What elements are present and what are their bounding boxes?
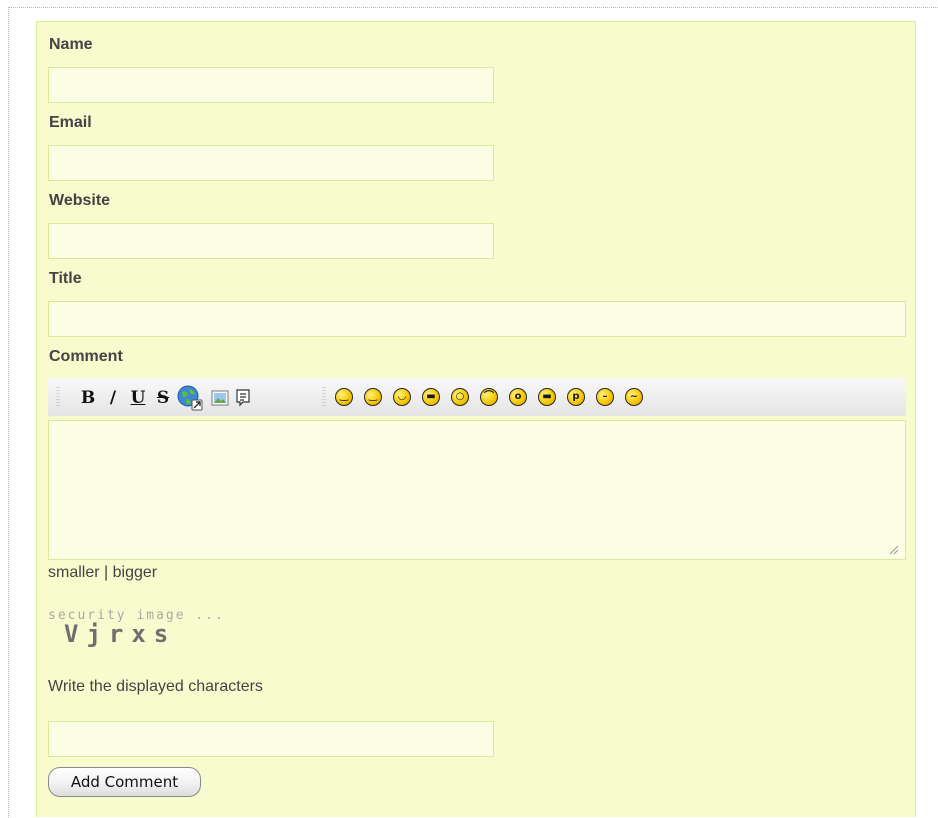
size-separator: | [99, 564, 113, 581]
captcha-input[interactable] [48, 721, 494, 757]
name-label: Name [49, 36, 93, 53]
title-label: Title [49, 270, 82, 287]
comment-textarea[interactable] [48, 420, 906, 560]
smaller-link[interactable]: smaller [48, 564, 100, 581]
italic-icon[interactable]: / [102, 387, 124, 409]
page-left-border [8, 7, 9, 818]
bold-button-label: B [80, 388, 96, 408]
toolbar-grip-icon [322, 386, 326, 408]
image-icon[interactable] [209, 387, 231, 409]
text-size-controls: smaller | bigger [48, 564, 157, 582]
confused-icon[interactable]: ~ [625, 388, 643, 406]
resize-handle-icon[interactable] [887, 542, 899, 555]
captcha-characters: Vjrxs [64, 620, 177, 648]
angry-icon[interactable]: ○ [451, 388, 469, 406]
link-globe-icon[interactable] [176, 384, 204, 412]
toolbar-grip-icon [56, 386, 60, 408]
happy-icon[interactable]: ◡ [393, 388, 411, 406]
surprised-icon[interactable]: o [509, 388, 527, 406]
grin-icon[interactable]: ▬ [422, 388, 440, 406]
comment-label: Comment [49, 348, 123, 365]
cool-icon[interactable]: ▬ [538, 388, 556, 406]
neutral-icon[interactable]: – [596, 388, 614, 406]
page-top-border [8, 7, 938, 8]
comment-toolbar: B / U S ‿ ‿ ◡ ▬ ○ ⌒ o ▬ p – ~ [48, 378, 906, 416]
strikethrough-button-label: S [156, 388, 170, 408]
website-input[interactable] [48, 223, 494, 259]
email-input[interactable] [48, 145, 494, 181]
italic-button-label: / [109, 388, 117, 408]
tongue-icon[interactable]: p [567, 388, 585, 406]
add-comment-button[interactable]: Add Comment [48, 767, 201, 797]
underline-icon[interactable]: U [127, 387, 149, 409]
bold-icon[interactable]: B [77, 387, 99, 409]
title-input[interactable] [48, 301, 906, 337]
underline-button-label: U [130, 388, 146, 408]
captcha-image: security image ... Vjrxs [48, 608, 288, 656]
wink-icon[interactable]: ‿ [364, 388, 382, 406]
quote-icon[interactable] [232, 387, 254, 409]
name-input[interactable] [48, 67, 494, 103]
smile-icon[interactable]: ‿ [335, 388, 353, 406]
comment-form: Name Email Website Title Comment B / U S [36, 21, 916, 817]
strikethrough-icon[interactable]: S [152, 387, 174, 409]
website-label: Website [49, 192, 111, 209]
email-label: Email [49, 114, 92, 131]
captcha-instruction: Write the displayed characters [48, 678, 263, 695]
sad-icon[interactable]: ⌒ [480, 388, 498, 406]
bigger-link[interactable]: bigger [113, 564, 157, 581]
